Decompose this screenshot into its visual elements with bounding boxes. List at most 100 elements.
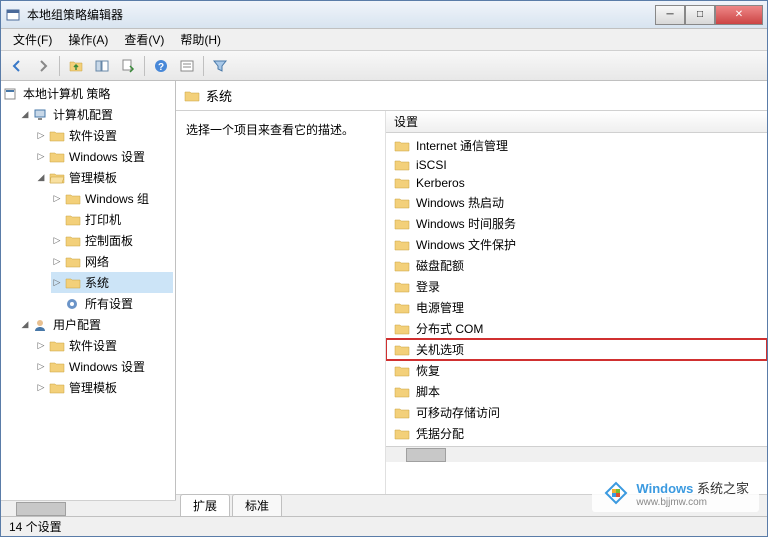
- list-item[interactable]: 关机选项: [386, 339, 767, 360]
- expander-icon[interactable]: ▷: [51, 256, 63, 268]
- filter-button[interactable]: [208, 54, 232, 78]
- properties-button[interactable]: [175, 54, 199, 78]
- horizontal-scrollbar[interactable]: [386, 446, 767, 462]
- list-item-label: 恢复: [416, 362, 440, 379]
- tree-scrollbar[interactable]: [1, 500, 176, 516]
- menu-help[interactable]: 帮助(H): [172, 29, 229, 50]
- list-item[interactable]: iSCSI: [386, 156, 767, 174]
- list-item[interactable]: 磁盘配额: [386, 255, 767, 276]
- list-item[interactable]: Windows 时间服务: [386, 213, 767, 234]
- settings-icon: [65, 297, 81, 311]
- separator: [144, 56, 145, 76]
- tree-user-admin[interactable]: ▷ 管理模板: [35, 377, 173, 398]
- list-item[interactable]: 凭据分配: [386, 423, 767, 444]
- list-panel[interactable]: 设置 Internet 通信管理iSCSIKerberosWindows 热启动…: [386, 111, 767, 494]
- folder-icon: [65, 213, 81, 227]
- tree-panel[interactable]: 本地计算机 策略 ◢ 计算机配置 ▷ 软件设置 ▷: [1, 81, 176, 516]
- list-item[interactable]: Internet 通信管理: [386, 135, 767, 156]
- forward-button[interactable]: [31, 54, 55, 78]
- tree-label: 打印机: [85, 211, 121, 228]
- tree-printers[interactable]: 打印机: [51, 209, 173, 230]
- tab-standard[interactable]: 标准: [232, 494, 282, 516]
- statusbar: 14 个设置: [1, 516, 767, 536]
- folder-icon: [49, 381, 65, 395]
- tree-control-panel[interactable]: ▷ 控制面板: [51, 230, 173, 251]
- tree-network[interactable]: ▷ 网络: [51, 251, 173, 272]
- tree-label: 软件设置: [69, 127, 117, 144]
- tree-windows-settings[interactable]: ▷ Windows 设置: [35, 146, 173, 167]
- up-button[interactable]: [64, 54, 88, 78]
- help-button[interactable]: ?: [149, 54, 173, 78]
- show-hide-tree-button[interactable]: [90, 54, 114, 78]
- folder-icon: [65, 255, 81, 269]
- folder-icon: [65, 276, 81, 290]
- tree-user-software[interactable]: ▷ 软件设置: [35, 335, 173, 356]
- tree-root[interactable]: 本地计算机 策略: [3, 83, 173, 104]
- list-item[interactable]: 可移动存储访问: [386, 402, 767, 423]
- expander-icon[interactable]: ▷: [35, 340, 47, 352]
- expander-icon[interactable]: ▷: [35, 151, 47, 163]
- minimize-button[interactable]: ─: [655, 5, 685, 25]
- content-title: 系统: [206, 86, 232, 105]
- folder-icon: [394, 322, 410, 336]
- tree-user-config[interactable]: ◢ 用户配置: [19, 314, 173, 335]
- expander-icon[interactable]: ▷: [35, 130, 47, 142]
- tree-admin-templates[interactable]: ◢ 管理模板: [35, 167, 173, 188]
- scrollbar-thumb[interactable]: [16, 502, 66, 516]
- tree-label: 管理模板: [69, 169, 117, 186]
- menu-view[interactable]: 查看(V): [116, 29, 172, 50]
- tree-all-settings[interactable]: 所有设置: [51, 293, 173, 314]
- column-header-settings[interactable]: 设置: [386, 111, 767, 133]
- expander-icon[interactable]: ▷: [51, 193, 63, 205]
- export-button[interactable]: [116, 54, 140, 78]
- folder-icon: [65, 192, 81, 206]
- folder-icon: [49, 360, 65, 374]
- folder-icon: [394, 406, 410, 420]
- expander-icon[interactable]: ◢: [35, 172, 47, 184]
- list-item[interactable]: Windows 热启动: [386, 192, 767, 213]
- policy-icon: [3, 87, 19, 101]
- folder-icon: [394, 259, 410, 273]
- list-item[interactable]: Kerberos: [386, 174, 767, 192]
- tree-label: 系统: [85, 274, 109, 291]
- tree-user-windows[interactable]: ▷ Windows 设置: [35, 356, 173, 377]
- close-button[interactable]: ✕: [715, 5, 763, 25]
- menubar: 文件(F) 操作(A) 查看(V) 帮助(H): [1, 29, 767, 51]
- tree-software-settings[interactable]: ▷ 软件设置: [35, 125, 173, 146]
- expander-icon[interactable]: ▷: [51, 235, 63, 247]
- folder-icon: [394, 301, 410, 315]
- tree-windows-components[interactable]: ▷ Windows 组: [51, 188, 173, 209]
- list-item-label: Windows 文件保护: [416, 236, 516, 253]
- scrollbar-thumb[interactable]: [406, 448, 446, 462]
- back-button[interactable]: [5, 54, 29, 78]
- list-item[interactable]: 分布式 COM: [386, 318, 767, 339]
- maximize-button[interactable]: □: [685, 5, 715, 25]
- tab-extended[interactable]: 扩展: [180, 494, 230, 516]
- menu-file[interactable]: 文件(F): [5, 29, 60, 50]
- expander-icon[interactable]: ▷: [51, 277, 63, 289]
- expander-icon[interactable]: ▷: [35, 382, 47, 394]
- folder-icon: [394, 238, 410, 252]
- expander-icon[interactable]: ◢: [19, 109, 31, 121]
- list-item[interactable]: 登录: [386, 276, 767, 297]
- watermark: Windows 系统之家 www.bjjmw.com: [592, 474, 759, 512]
- folder-icon: [394, 280, 410, 294]
- expander-icon[interactable]: ▷: [35, 361, 47, 373]
- folder-icon: [49, 339, 65, 353]
- tree-label: 控制面板: [85, 232, 133, 249]
- folder-icon: [184, 89, 200, 103]
- description-panel: 选择一个项目来查看它的描述。: [176, 111, 386, 494]
- list-item-label: 可移动存储访问: [416, 404, 500, 421]
- list-item[interactable]: 恢复: [386, 360, 767, 381]
- list-item[interactable]: 电源管理: [386, 297, 767, 318]
- tree-label: Windows 设置: [69, 358, 145, 375]
- expander-icon[interactable]: ◢: [19, 319, 31, 331]
- list-item[interactable]: Windows 文件保护: [386, 234, 767, 255]
- menu-action[interactable]: 操作(A): [60, 29, 116, 50]
- folder-icon: [65, 234, 81, 248]
- tree-computer-config[interactable]: ◢ 计算机配置: [19, 104, 173, 125]
- tree-label: 用户配置: [53, 316, 101, 333]
- tree-system[interactable]: ▷ 系统: [51, 272, 173, 293]
- list-item[interactable]: 脚本: [386, 381, 767, 402]
- list-item-label: 分布式 COM: [416, 320, 483, 337]
